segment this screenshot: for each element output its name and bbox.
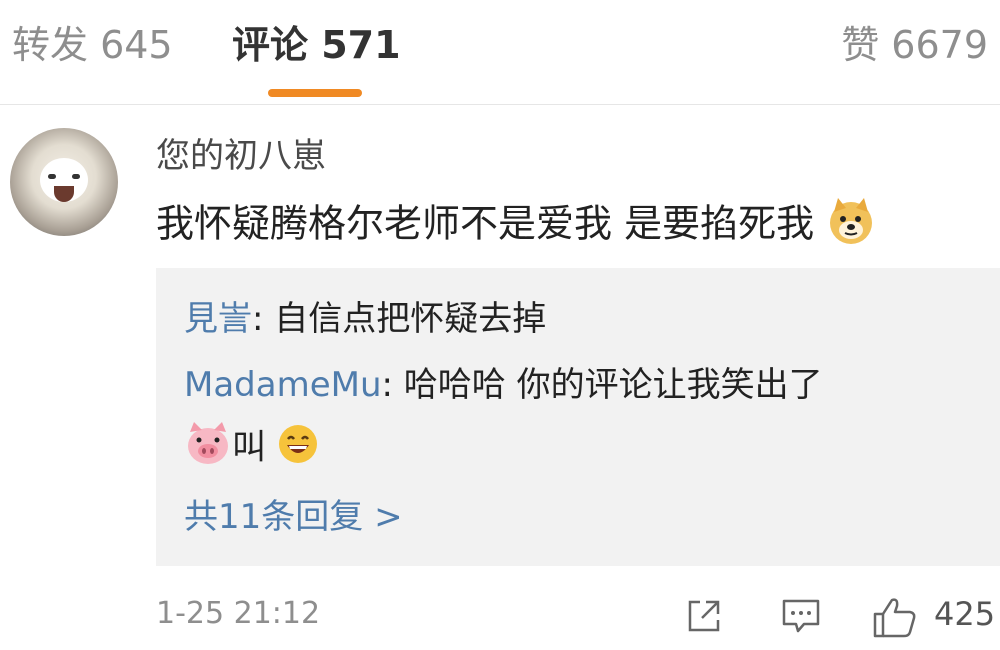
more-replies-link[interactable]: 共11条回复 > xyxy=(184,496,403,538)
tab-bar: 转发 645 评论 571 赞 6679 xyxy=(0,0,1000,105)
reply-continuation-text: 叫 xyxy=(232,427,266,468)
thumbs-up-icon[interactable] xyxy=(872,596,918,638)
reply-text: 哈哈哈 你的评论让我笑出了 xyxy=(392,365,823,405)
share-icon[interactable] xyxy=(684,596,724,636)
replies-box[interactable]: 見訔: 自信点把怀疑去掉 MadameMu: 哈哈哈 你的评论让我笑出了 叫 共… xyxy=(156,268,1000,566)
comment-reply-icon[interactable] xyxy=(780,596,822,636)
reply-separator: : xyxy=(252,299,264,339)
comment-timestamp: 1-25 21:12 xyxy=(156,596,321,631)
pig-face-icon xyxy=(184,422,232,476)
tab-repost[interactable]: 转发 645 xyxy=(12,22,173,68)
active-tab-indicator xyxy=(268,89,362,97)
reply-username[interactable]: MadameMu xyxy=(184,365,382,405)
tab-comment[interactable]: 评论 571 xyxy=(232,22,401,68)
reply-separator: : xyxy=(381,365,393,405)
comment-body: 我怀疑腾格尔老师不是爱我 是要掐死我 xyxy=(156,201,815,246)
comment-username[interactable]: 您的初八崽 xyxy=(156,136,326,176)
doge-icon xyxy=(826,196,876,256)
reply-item[interactable]: MadameMu: 哈哈哈 你的评论让我笑出了 xyxy=(184,364,823,406)
comment-text: 我怀疑腾格尔老师不是爱我 是要掐死我 xyxy=(156,196,876,256)
reply-text: 自信点把怀疑去掉 xyxy=(263,299,547,339)
avatar-eye xyxy=(72,174,80,179)
avatar[interactable] xyxy=(10,128,118,236)
reply-continuation: 叫 xyxy=(184,422,319,476)
reply-username[interactable]: 見訔 xyxy=(184,299,252,339)
reply-item[interactable]: 見訔: 自信点把怀疑去掉 xyxy=(184,298,546,340)
tab-like[interactable]: 赞 6679 xyxy=(841,22,988,68)
avatar-eye xyxy=(48,174,56,179)
laughing-icon xyxy=(277,423,319,475)
like-count: 425 xyxy=(934,595,996,633)
